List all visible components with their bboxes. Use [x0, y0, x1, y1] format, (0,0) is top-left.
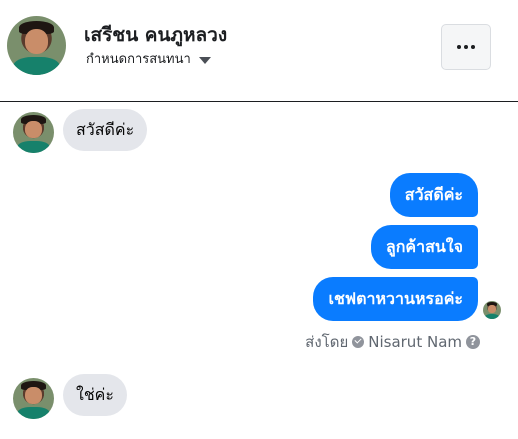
sent-by-label: ส่งโดย — [305, 333, 349, 351]
outgoing-message-bubble[interactable]: ลูกค้าสนใจ — [370, 225, 478, 269]
ellipsis-dot — [471, 45, 475, 49]
help-icon[interactable]: ? — [466, 335, 480, 349]
outgoing-message-bubble[interactable]: สวัสดีค่ะ — [389, 173, 478, 217]
sent-by-info: ส่งโดย Nisarut Nam ? — [305, 330, 480, 354]
incoming-message-bubble[interactable]: สวัสดีค่ะ — [63, 109, 148, 151]
ellipsis-dot — [464, 45, 468, 49]
contact-name[interactable]: เสรีชน คนภูหลวง — [84, 20, 227, 50]
more-options-button[interactable] — [441, 24, 491, 70]
check-circle-icon — [352, 336, 365, 348]
seen-receipt-avatar — [483, 301, 501, 319]
conversation-header: เสรีชน คนภูหลวง กำหนดการสนทนา — [0, 0, 518, 102]
sender-avatar[interactable] — [13, 112, 54, 153]
ellipsis-icon — [457, 45, 461, 49]
sender-avatar[interactable] — [13, 378, 54, 419]
conversation-schedule-dropdown[interactable]: กำหนดการสนทนา — [86, 48, 211, 69]
contact-avatar[interactable] — [7, 16, 66, 75]
incoming-message-bubble[interactable]: ใช่ค่ะ — [63, 374, 127, 416]
sender-name[interactable]: Nisarut Nam — [368, 333, 462, 351]
outgoing-message-bubble[interactable]: เชฟตาหวานหรอค่ะ — [313, 277, 478, 321]
conversation-schedule-label: กำหนดการสนทนา — [86, 52, 191, 67]
caret-down-icon — [198, 56, 211, 64]
